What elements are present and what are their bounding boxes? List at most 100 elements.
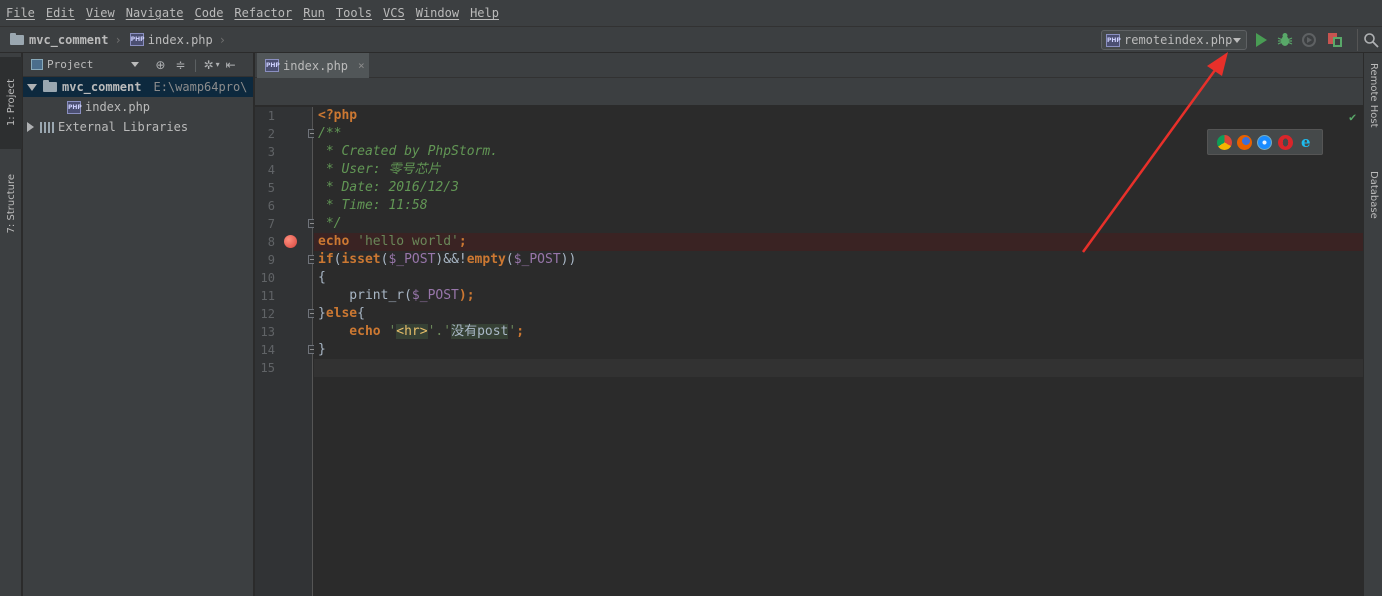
menu-refactor[interactable]: Refactor bbox=[234, 6, 292, 20]
code-token: 没有post bbox=[451, 324, 509, 339]
code-line-breakpoint: echo 'hello world'; bbox=[314, 233, 1363, 251]
line-number: 6 bbox=[267, 199, 275, 213]
line-number: 3 bbox=[267, 145, 275, 159]
code-token: )) bbox=[560, 252, 577, 267]
php-file-icon: PHP bbox=[129, 33, 145, 46]
stop-button[interactable] bbox=[1326, 31, 1344, 49]
tree-item-libs-label: External Libraries bbox=[58, 120, 189, 134]
tool-tab-structure[interactable]: 7: Structure bbox=[0, 159, 22, 249]
collapse-arrow-icon[interactable] bbox=[27, 122, 34, 132]
close-icon[interactable]: × bbox=[358, 59, 365, 72]
expand-arrow-icon[interactable] bbox=[27, 83, 37, 91]
code-editor[interactable]: <?php /** * Created by PhpStorm. * User:… bbox=[314, 107, 1363, 596]
right-tool-strip: Remote Host Database bbox=[1363, 53, 1382, 596]
code-token: empty bbox=[466, 252, 506, 267]
menu-help[interactable]: Help bbox=[470, 6, 499, 20]
php-file-icon: PHP bbox=[67, 100, 82, 114]
ie-icon[interactable]: e bbox=[1298, 134, 1313, 150]
gear-icon[interactable]: ✲ bbox=[204, 58, 214, 72]
menu-edit[interactable]: Edit bbox=[46, 6, 75, 20]
run-configuration-select[interactable]: PHP remoteindex.php bbox=[1101, 30, 1247, 50]
tree-item-project-root[interactable]: mvc_comment E:\wamp64pro\ bbox=[23, 77, 253, 97]
tool-tab-project[interactable]: 1: Project bbox=[0, 57, 22, 149]
run-button[interactable] bbox=[1252, 31, 1270, 49]
checkmark-icon: ✔ bbox=[1349, 110, 1357, 124]
run-icon bbox=[1256, 33, 1267, 47]
line-number: 2 bbox=[267, 127, 275, 141]
breadcrumb-file[interactable]: PHP index.php › bbox=[129, 32, 226, 47]
code-line: */ bbox=[318, 216, 342, 231]
safari-icon[interactable] bbox=[1257, 134, 1273, 150]
tool-tab-structure-label: 7: Structure bbox=[5, 174, 17, 234]
chrome-icon[interactable] bbox=[1216, 134, 1232, 150]
code-line: * Time: 11:58 bbox=[318, 198, 428, 213]
editor-tab-index-php[interactable]: PHP index.php × bbox=[257, 53, 369, 78]
debug-button[interactable] bbox=[1276, 31, 1294, 49]
tree-item-external-libraries[interactable]: External Libraries bbox=[23, 117, 253, 137]
code-token: ); bbox=[458, 288, 475, 303]
toolbar-separator bbox=[1357, 29, 1358, 51]
code-token: '.' bbox=[427, 324, 452, 339]
chevron-right-icon: › bbox=[218, 32, 226, 47]
search-icon bbox=[1364, 33, 1379, 48]
menu-navigate[interactable]: Navigate bbox=[126, 6, 184, 20]
line-number: 1 bbox=[267, 109, 275, 123]
firefox-icon[interactable] bbox=[1237, 134, 1253, 150]
left-tool-strip: 1: Project 7: Structure bbox=[0, 53, 22, 596]
opera-icon[interactable] bbox=[1277, 134, 1293, 150]
code-token: ; bbox=[458, 234, 467, 249]
code-line-current bbox=[314, 359, 1363, 377]
code-line: }else{ bbox=[314, 305, 1363, 323]
project-view-label[interactable]: Project bbox=[47, 58, 93, 71]
menu-code[interactable]: Code bbox=[195, 6, 224, 20]
menu-window[interactable]: Window bbox=[416, 6, 459, 20]
code-token: { bbox=[357, 306, 365, 321]
library-icon bbox=[40, 121, 54, 133]
folder-icon bbox=[43, 80, 57, 92]
tree-item-file-label: index.php bbox=[85, 100, 151, 114]
project-panel: Project ⊕ ≑ | ✲ ▾ ⇤ mvc_comment E:\wamp6… bbox=[23, 53, 254, 596]
search-everywhere-button[interactable] bbox=[1362, 31, 1380, 49]
code-line: } bbox=[318, 342, 326, 357]
menu-file[interactable]: File bbox=[6, 6, 35, 20]
tool-tab-database[interactable]: Database bbox=[1364, 171, 1382, 251]
line-number: 15 bbox=[260, 361, 275, 375]
code-token: )&&! bbox=[435, 252, 467, 267]
code-token-html: <hr> bbox=[396, 324, 428, 339]
code-line: if(isset($_POST)&&!empty($_POST)) bbox=[314, 251, 1363, 269]
editor-breadcrumb-bar bbox=[255, 78, 1363, 106]
menu-view[interactable]: View bbox=[86, 6, 115, 20]
project-panel-header: Project ⊕ ≑ | ✲ ▾ ⇤ bbox=[23, 53, 253, 77]
menu-run[interactable]: Run bbox=[303, 6, 325, 20]
menu-vcs[interactable]: VCS bbox=[383, 6, 405, 20]
tool-tab-database-label: Database bbox=[1368, 171, 1379, 219]
hide-panel-icon[interactable]: ⇤ bbox=[226, 58, 236, 72]
code-line: * User: 零号芯片 bbox=[318, 162, 441, 177]
line-number: 11 bbox=[260, 289, 275, 303]
line-number: 10 bbox=[260, 271, 275, 285]
code-line: echo '<hr>'.'没有post'; bbox=[314, 323, 1363, 341]
chevron-down-icon[interactable] bbox=[131, 62, 140, 67]
editor-gutter[interactable]: 1 2 3 4 5 6 7 8 9 10 11 12 13 14 15 bbox=[255, 107, 317, 596]
breakpoint-icon[interactable] bbox=[284, 235, 297, 248]
debug-icon bbox=[1277, 33, 1293, 46]
line-number: 4 bbox=[267, 163, 275, 177]
collapse-all-icon[interactable]: ≑ bbox=[175, 58, 185, 72]
coverage-button[interactable] bbox=[1300, 31, 1318, 49]
chevron-down-icon[interactable]: ▾ bbox=[216, 60, 220, 69]
code-line: <?php bbox=[314, 107, 1363, 125]
code-token: } bbox=[318, 306, 326, 321]
folder-icon bbox=[10, 32, 24, 45]
stop-icon bbox=[1328, 33, 1342, 47]
menu-tools[interactable]: Tools bbox=[336, 6, 372, 20]
tree-item-index-php[interactable]: PHP index.php bbox=[23, 97, 253, 117]
tool-tab-remote-host[interactable]: Remote Host bbox=[1364, 63, 1382, 153]
php-file-icon: PHP bbox=[265, 59, 280, 72]
crosshair-icon[interactable]: ⊕ bbox=[155, 58, 165, 72]
code-line: * Date: 2016/12/3 bbox=[318, 180, 459, 195]
code-token: ; bbox=[516, 324, 525, 339]
code-token: $_POST bbox=[513, 252, 561, 267]
line-number: 9 bbox=[267, 253, 275, 267]
breadcrumb-project[interactable]: mvc_comment › bbox=[10, 32, 122, 47]
code-line: /** bbox=[318, 126, 342, 141]
